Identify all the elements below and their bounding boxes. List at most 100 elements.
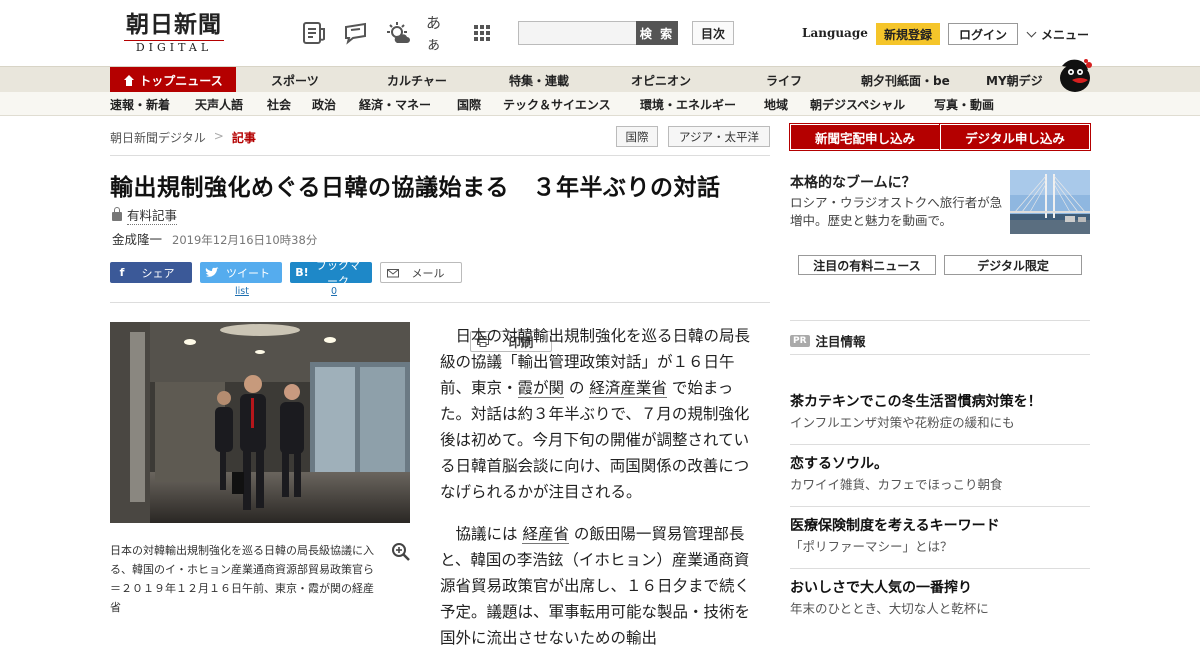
pr-item-title[interactable]: 恋するソウル。 (790, 454, 1090, 474)
nav-opinion[interactable]: オピニオン (631, 67, 691, 93)
nav2-tenseijingo[interactable]: 天声人語 (195, 92, 243, 116)
pr-heading: PR 注目情報 (790, 331, 866, 350)
breadcrumb-current: 記事 (231, 131, 256, 145)
search-button[interactable]: 検 索 (636, 21, 678, 45)
divider (110, 302, 770, 303)
nav-life[interactable]: ライフ (766, 67, 802, 93)
breadcrumb-home[interactable]: 朝日新聞デジタル (110, 129, 206, 146)
text-segment: 協議には (455, 525, 518, 543)
tag-asia-pacific[interactable]: アジア・太平洋 (668, 126, 770, 147)
envelope-icon (381, 268, 405, 278)
divider (790, 568, 1090, 569)
nav-culture[interactable]: カルチャー (387, 67, 447, 93)
link-kasumigaseki[interactable]: 霞が関 (517, 379, 565, 398)
tag-international[interactable]: 国際 (616, 126, 658, 147)
digital-subscribe-button[interactable]: デジタル申し込み (941, 125, 1089, 149)
language-link[interactable]: Language (802, 26, 868, 40)
author: 金成隆一 (112, 232, 163, 247)
article-body: 日本の対韓輸出規制強化を巡る日韓の局長級の協議「輸出管理政策対話」が１６日午前、… (440, 323, 750, 667)
text-segment: の (568, 379, 585, 397)
hatena-bookmark-button[interactable]: B! ブックマーク (290, 259, 372, 288)
nav2-special[interactable]: 朝デジスペシャル (810, 92, 905, 116)
pr-item[interactable]: 医療保険制度を考えるキーワード「ポリファーマシー」とは？ (790, 516, 1090, 557)
text-segment: の飯田陽一貿易管理部長と、韓国の李浩鉉（イホヒョン）産業通商資源省貿易政策官が出… (440, 525, 751, 647)
digital-only-button[interactable]: デジタル限定 (944, 255, 1082, 275)
site-header: 朝日新聞 DIGITAL あぁ 検 索 目次 Language 新規登録 ログイ… (0, 0, 1200, 66)
feature-thumbnail[interactable] (1010, 170, 1090, 234)
search-box: 検 索 (518, 21, 678, 45)
primary-nav: トップニュース スポーツ カルチャー 特集・連載 オピニオン ライフ 朝夕刊紙面… (0, 66, 1200, 93)
nav-paper[interactable]: 朝夕刊紙面・be (861, 67, 950, 93)
home-icon (123, 74, 135, 86)
nav2-international[interactable]: 国際 (457, 92, 481, 116)
pr-item-desc: カワイイ雑貨、カフェでほっこり朝食 (790, 477, 1003, 492)
hiragana-size-icon[interactable]: あぁ (426, 14, 454, 53)
breadcrumb: 朝日新聞デジタル > 記事 (110, 129, 256, 146)
twitter-share-button[interactable]: ツイート (200, 262, 282, 283)
nav-my[interactable]: MY朝デジ (986, 67, 1043, 93)
article-photo[interactable] (110, 322, 410, 523)
signup-button[interactable]: 新規登録 (876, 23, 940, 45)
nav2-photo[interactable]: 写真・動画 (934, 92, 994, 116)
asahi-logo[interactable]: 朝日新聞 DIGITAL (118, 12, 230, 56)
divider (110, 155, 770, 156)
nav2-tech[interactable]: テック＆サイエンス (503, 92, 611, 116)
nav-features[interactable]: 特集・連載 (509, 67, 569, 93)
nav2-environment[interactable]: 環境・エネルギー (640, 92, 736, 116)
twitter-count[interactable]: list (235, 286, 249, 297)
hatena-count[interactable]: 0 (331, 286, 337, 297)
newspaper-subscribe-button[interactable]: 新聞宅配申し込み (791, 125, 939, 149)
nav-label: トップニュース (139, 73, 223, 88)
weather-icon[interactable] (384, 20, 412, 46)
nav2-region[interactable]: 地域 (764, 92, 788, 116)
byline: 金成隆一 2019年12月16日10時38分 (112, 229, 317, 248)
pr-item-title[interactable]: おいしさで大人気の一番搾り (790, 578, 1090, 598)
nav-sports[interactable]: スポーツ (271, 67, 319, 93)
share-label: ツイート (226, 266, 270, 280)
feature-desc: ロシア・ウラジオストクへ旅行者が急増中。歴史と魅力を動画で。 (790, 195, 1003, 228)
pr-item-title[interactable]: 医療保険制度を考えるキーワード (790, 516, 1090, 536)
pr-item[interactable]: 茶カテキンでこの冬生活習慣病対策を！ インフルエンザ対策や花粉症の緩和にも (790, 392, 1090, 433)
link-meti[interactable]: 経済産業省 (589, 379, 667, 398)
pr-item-title[interactable]: 茶カテキンでこの冬生活習慣病対策を！ (790, 392, 1090, 412)
pr-title: 注目情報 (815, 334, 866, 349)
lock-icon (112, 207, 122, 221)
newspaper-icon[interactable] (300, 20, 328, 46)
pr-item-desc: インフルエンザ対策や花粉症の緩和にも (790, 415, 1015, 430)
nav2-economy[interactable]: 経済・マネー (359, 92, 431, 116)
zoom-icon[interactable] (391, 542, 410, 561)
twitter-bird-icon (200, 266, 224, 279)
share-label: メール (411, 266, 445, 280)
nav2-politics[interactable]: 政治 (312, 92, 336, 116)
chevron-down-icon (1026, 27, 1037, 38)
login-button[interactable]: ログイン (948, 23, 1018, 45)
nav2-latest[interactable]: 速報・新着 (110, 92, 170, 116)
index-button[interactable]: 目次 (692, 21, 734, 45)
app-grid-icon[interactable] (468, 20, 496, 46)
pr-item[interactable]: おいしさで大人気の一番搾り 年末のひととき、大切な人と乾杯に (790, 578, 1090, 619)
paid-article-label[interactable]: 有料記事 (112, 205, 178, 225)
nav2-society[interactable]: 社会 (267, 92, 291, 116)
search-input[interactable] (518, 21, 636, 45)
facebook-share-button[interactable]: f シェア (110, 262, 192, 283)
aa-label: あぁ (426, 14, 442, 53)
divider (790, 354, 1090, 355)
article-title: 輸出規制強化めぐる日韓の協議始まる ３年半ぶりの対話 (110, 175, 721, 201)
feature-title[interactable]: 本格的なブームに？ (790, 172, 916, 192)
pr-item-desc: 「ポリファーマシー」とは？ (790, 539, 953, 554)
pr-item[interactable]: 恋するソウル。カワイイ雑貨、カフェでほっこり朝食 (790, 454, 1090, 495)
paid-label-text: 有料記事 (127, 205, 178, 225)
mail-share-button[interactable]: メール (380, 262, 462, 283)
secondary-nav: 速報・新着 天声人語 社会 政治 経済・マネー 国際 テック＆サイエンス 環境・… (0, 92, 1200, 116)
comment-icon[interactable] (342, 20, 370, 46)
nav-top-news[interactable]: トップニュース (110, 67, 236, 93)
mascot-icon[interactable] (1056, 56, 1092, 92)
link-keisansho[interactable]: 経産省 (522, 525, 569, 544)
menu-button[interactable]: メニュー (1026, 26, 1089, 43)
paid-news-button[interactable]: 注目の有料ニュース (798, 255, 936, 275)
facebook-icon: f (119, 266, 125, 279)
publish-date: 2019年12月16日10時38分 (172, 233, 318, 247)
article-paragraph: 日本の対韓輸出規制強化を巡る日韓の局長級の協議「輸出管理政策対話」が１６日午前、… (440, 323, 750, 505)
header-icons: あぁ (300, 14, 510, 53)
divider (790, 444, 1090, 445)
